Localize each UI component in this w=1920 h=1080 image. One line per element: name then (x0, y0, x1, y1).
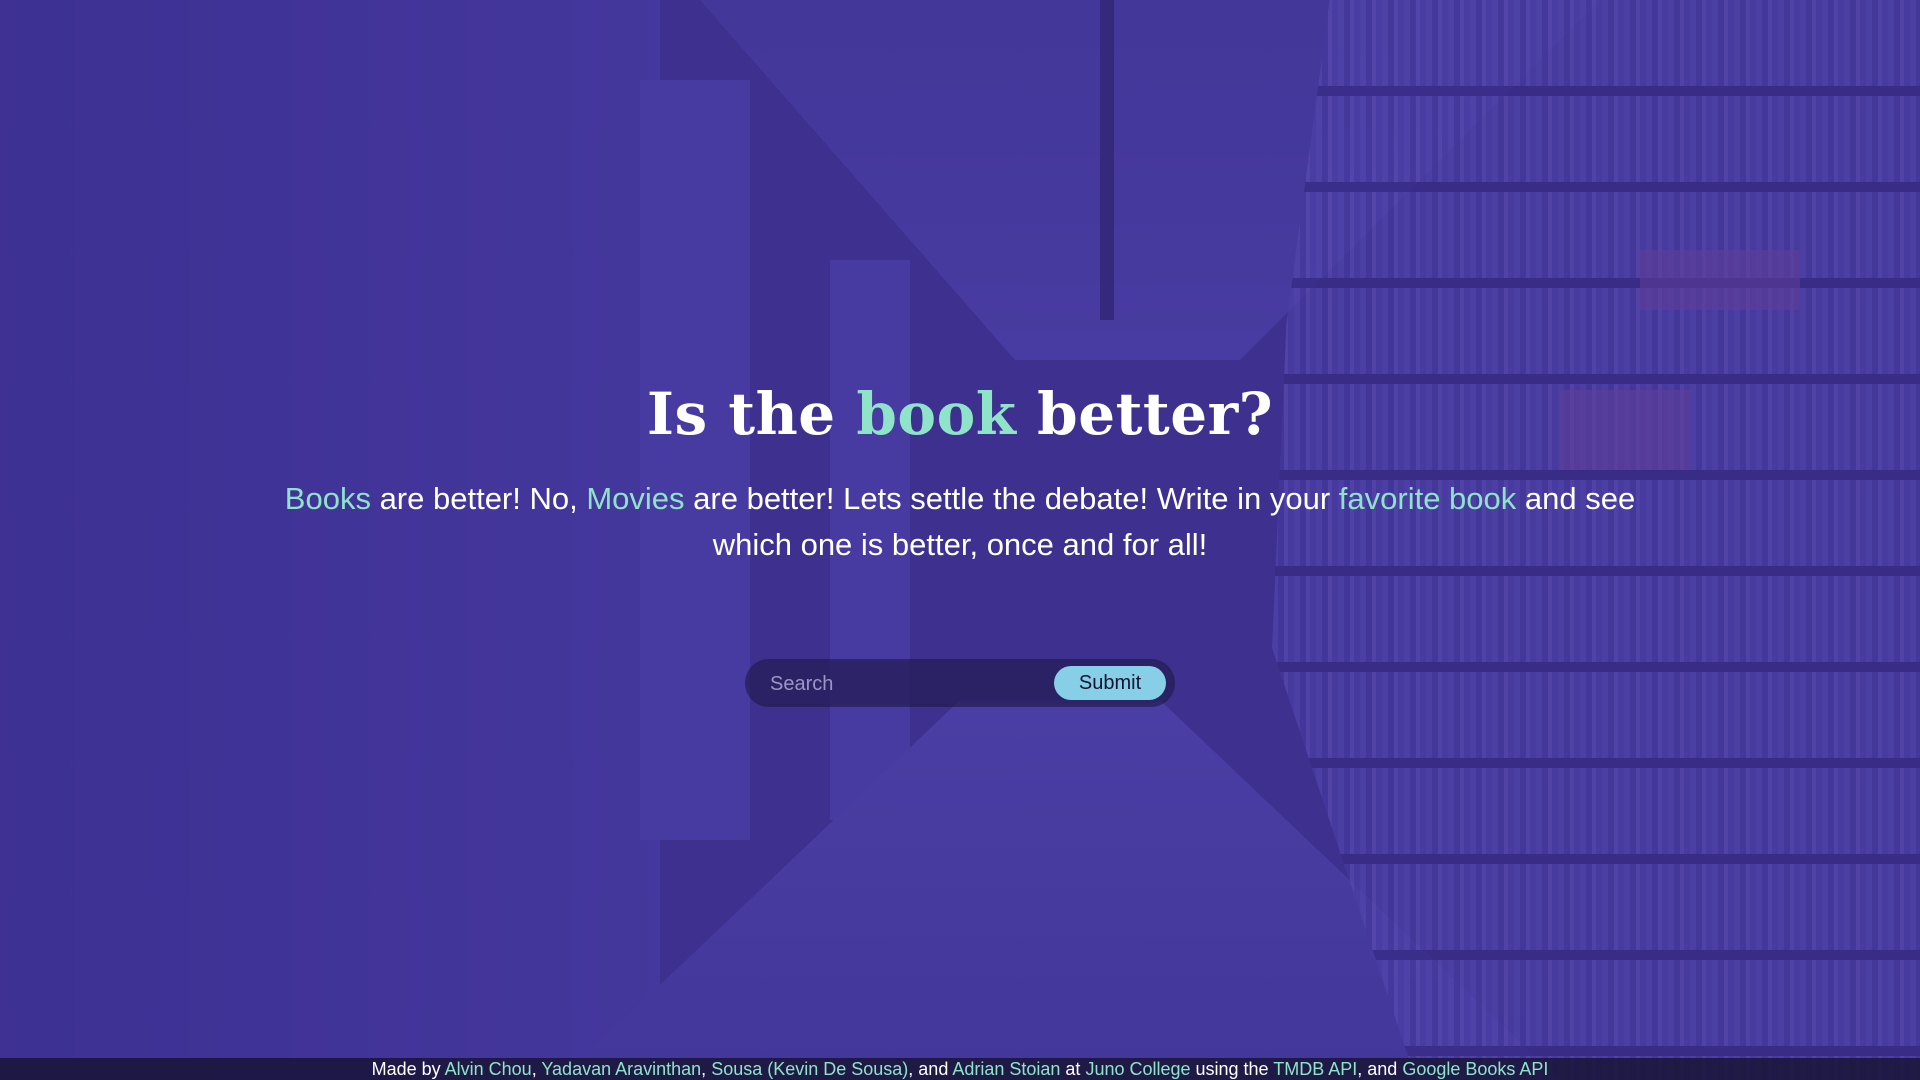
footer-text: Made by (371, 1059, 445, 1079)
footer-text: at (1060, 1059, 1086, 1079)
author-link-adrian-stoian[interactable]: Adrian Stoian (952, 1059, 1060, 1079)
page-subtitle: Books are better! No, Movies are better!… (280, 476, 1640, 568)
title-accent-word: book (856, 380, 1017, 448)
subtitle-favorite-book: favorite book (1338, 481, 1517, 516)
school-link-juno-college[interactable]: Juno College (1085, 1059, 1190, 1079)
subtitle-movies: Movies (586, 481, 685, 516)
hero-section: Is the book better? Books are better! No… (0, 380, 1920, 568)
footer-text: , and (1357, 1059, 1403, 1079)
footer-text: , and (908, 1059, 953, 1079)
author-link-alvin-chou[interactable]: Alvin Chou (445, 1059, 532, 1079)
footer-credits: Made by Alvin Chou, Yadavan Aravinthan , … (0, 1058, 1920, 1080)
subtitle-text: are better! No, (370, 481, 587, 516)
search-form: Submit (748, 662, 1172, 704)
author-link-kevin-de-sousa[interactable]: Sousa (Kevin De Sousa) (711, 1059, 908, 1079)
title-end: better? (1016, 380, 1274, 448)
search-input[interactable] (768, 666, 1072, 702)
footer-text: , (701, 1059, 712, 1079)
subtitle-text: are better! Lets settle the debate! Writ… (684, 481, 1339, 516)
api-link-tmdb[interactable]: TMDB API (1273, 1059, 1357, 1079)
subtitle-books: Books (284, 481, 371, 516)
author-link-yadavan-aravinthan[interactable]: Yadavan Aravinthan (541, 1059, 701, 1079)
title-start: Is the (646, 380, 857, 448)
submit-button[interactable]: Submit (1054, 666, 1166, 700)
page-title: Is the book better? (0, 380, 1920, 448)
footer-text: using the (1190, 1059, 1274, 1079)
footer-text: , (531, 1059, 542, 1079)
api-link-google-books[interactable]: Google Books API (1402, 1059, 1548, 1079)
